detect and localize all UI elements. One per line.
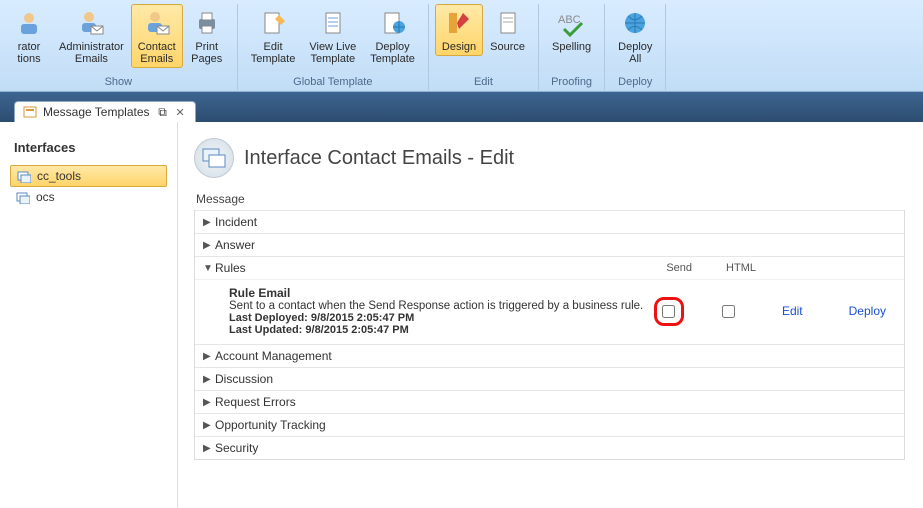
ribbon-btn-print-pages[interactable]: PrintPages [183,4,231,68]
rule-title: Rule Email [229,286,654,300]
ribbon-btn-source[interactable]: Source [483,4,532,56]
printer-icon [191,7,223,39]
interface-icon [16,190,30,204]
ribbon-group-proofing: ABC Spelling Proofing [539,4,605,90]
chevron-right-icon: ▶ [203,443,215,454]
ribbon-btn-design[interactable]: Design [435,4,483,56]
send-checkbox[interactable] [662,305,675,318]
ribbon-btn-view-live-template[interactable]: View LiveTemplate [302,4,363,68]
ribbon-group-label: Proofing [551,76,592,90]
ribbon-btn-deploy-all[interactable]: DeployAll [611,4,659,68]
rule-text: Rule Email Sent to a contact when the Se… [229,286,654,336]
ribbon-btn-rator-tions[interactable]: ratortions [6,4,52,68]
category-account-management[interactable]: ▶ Account Management [195,344,904,367]
chevron-right-icon: ▶ [203,397,215,408]
rule-desc: Sent to a contact when the Send Response… [229,300,654,312]
interface-icon [17,169,31,183]
category-rules[interactable]: ▼ Rules Send HTML [195,256,904,279]
sidebar-item-label: ocs [36,190,55,204]
ribbon-group-label: Global Template [293,76,372,90]
category-discussion[interactable]: ▶ Discussion [195,367,904,390]
person-icon [13,7,45,39]
doc-globe-icon [377,7,409,39]
chevron-right-icon: ▶ [203,351,215,362]
category-security[interactable]: ▶ Security [195,436,904,459]
edit-link[interactable]: Edit [774,304,811,318]
chevron-right-icon: ▶ [203,420,215,431]
doc-icon [492,7,524,39]
chevron-right-icon: ▶ [203,217,215,228]
content-area: Interfaces cc_tools ocs Interface Contac… [0,122,923,508]
sidebar-item-cc-tools[interactable]: cc_tools [10,165,167,187]
rule-deployed: Last Deployed: 9/8/2015 2:05:47 PM [229,312,654,324]
category-incident[interactable]: ▶ Incident [195,210,904,233]
html-checkbox[interactable] [722,305,735,318]
chevron-right-icon: ▶ [203,240,215,251]
ribbon-group-global-template: EditTemplate View LiveTemplate DeployTem… [238,4,429,90]
ribbon-group-deploy: DeployAll Deploy [605,4,666,90]
ribbon-btn-spelling[interactable]: ABC Spelling [545,4,598,56]
ribbon-group-label: Deploy [618,76,652,90]
template-icon [23,105,37,119]
ribbon-group-label: Edit [474,76,493,90]
design-tools-icon [443,7,475,39]
sidebar-title: Interfaces [10,140,167,155]
globe-icon [619,7,651,39]
col-html: HTML [726,262,756,274]
page-header: Interface Contact Emails - Edit [194,138,905,178]
ribbon-group-label: Show [105,76,133,90]
page-header-icon [194,138,234,178]
rule-updated: Last Updated: 9/8/2015 2:05:47 PM [229,324,654,336]
chevron-down-icon: ▼ [203,263,215,274]
ribbon-btn-contact-emails[interactable]: ContactEmails [131,4,183,68]
page-title: Interface Contact Emails - Edit [244,147,514,170]
person-mail-icon [75,7,107,39]
chevron-right-icon: ▶ [203,374,215,385]
col-send: Send [666,262,692,274]
ribbon-btn-admin-emails[interactable]: AdministratorEmails [52,4,131,68]
tab-label: Message Templates [43,105,150,119]
send-checkbox-highlight [654,297,684,326]
abc-check-icon: ABC [556,7,588,39]
category-opportunity-tracking[interactable]: ▶ Opportunity Tracking [195,413,904,436]
document-tab-bar: Message Templates ⧉ ✕ [0,92,923,122]
html-checkbox-wrap [714,305,744,318]
deploy-link[interactable]: Deploy [841,304,894,318]
svg-text:ABC: ABC [558,14,581,26]
sidebar-item-label: cc_tools [37,169,81,183]
main-panel: Interface Contact Emails - Edit Message … [178,122,923,508]
ribbon-group-show: ratortions AdministratorEmails ContactEm… [0,4,238,90]
sidebar: Interfaces cc_tools ocs [0,122,178,508]
tab-message-templates[interactable]: Message Templates ⧉ ✕ [14,101,196,122]
column-headers: Send HTML [666,262,896,274]
category-request-errors[interactable]: ▶ Request Errors [195,390,904,413]
rule-email-row: Rule Email Sent to a contact when the Se… [195,279,904,344]
doc-lines-icon [317,7,349,39]
category-answer[interactable]: ▶ Answer [195,233,904,256]
doc-pencil-icon [257,7,289,39]
sidebar-item-ocs[interactable]: ocs [10,187,167,207]
ribbon-group-edit: Design Source Edit [429,4,539,90]
ribbon-btn-deploy-template[interactable]: DeployTemplate [363,4,422,68]
popout-icon[interactable]: ⧉ [156,105,170,119]
section-label: Message [196,192,905,206]
person-mail-icon [141,7,173,39]
ribbon-btn-edit-template[interactable]: EditTemplate [244,4,303,68]
rule-controls: Edit Deploy [654,297,894,326]
message-panel: ▶ Incident ▶ Answer ▼ Rules Send HTML Ru… [194,210,905,460]
close-icon[interactable]: ✕ [176,106,185,119]
ribbon: ratortions AdministratorEmails ContactEm… [0,0,923,92]
